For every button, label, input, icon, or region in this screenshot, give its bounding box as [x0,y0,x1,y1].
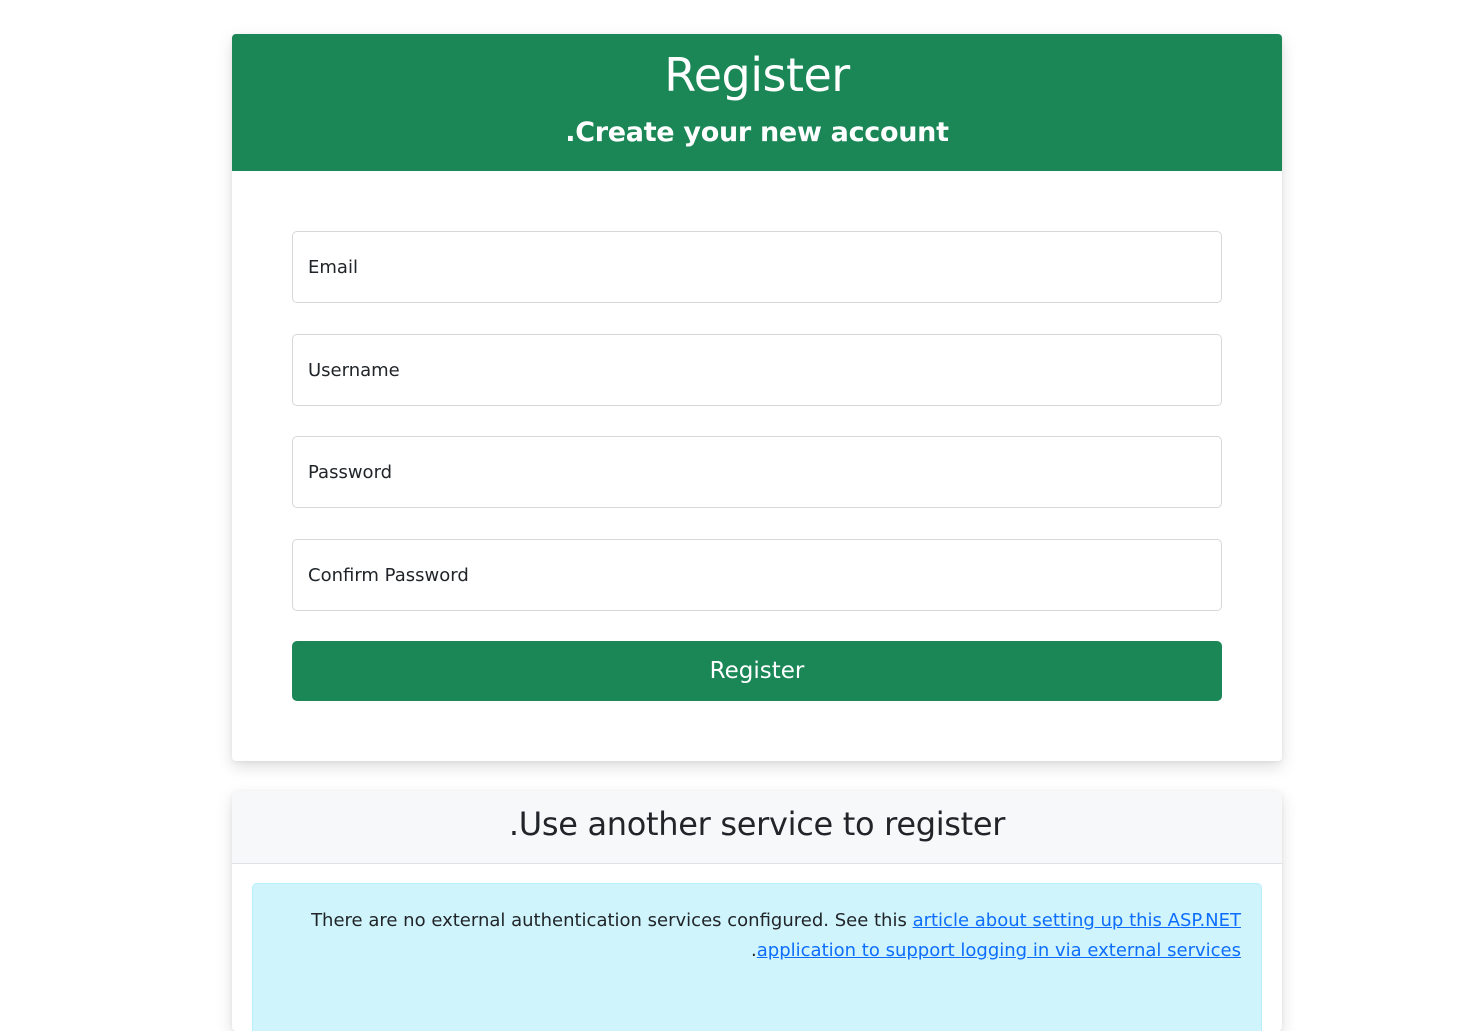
info-alert: There are no external authentication ser… [252,883,1262,1031]
page-subtitle: .Create your new account [565,117,949,148]
email-field[interactable] [292,231,1222,303]
password-field[interactable] [292,436,1222,508]
register-card-header: Register .Create your new account [232,34,1282,171]
page-title: Register [664,48,850,102]
external-login-card: .Use another service to register There a… [232,791,1282,1031]
external-login-title: .Use another service to register [508,805,1006,843]
register-card: Register .Create your new account Regist… [232,34,1282,761]
register-button[interactable]: Register [292,641,1222,701]
external-login-header: .Use another service to register [232,791,1282,864]
confirm-password-field[interactable] [292,539,1222,611]
alert-text: There are no external authentication ser… [311,910,913,931]
username-field[interactable] [292,334,1222,406]
